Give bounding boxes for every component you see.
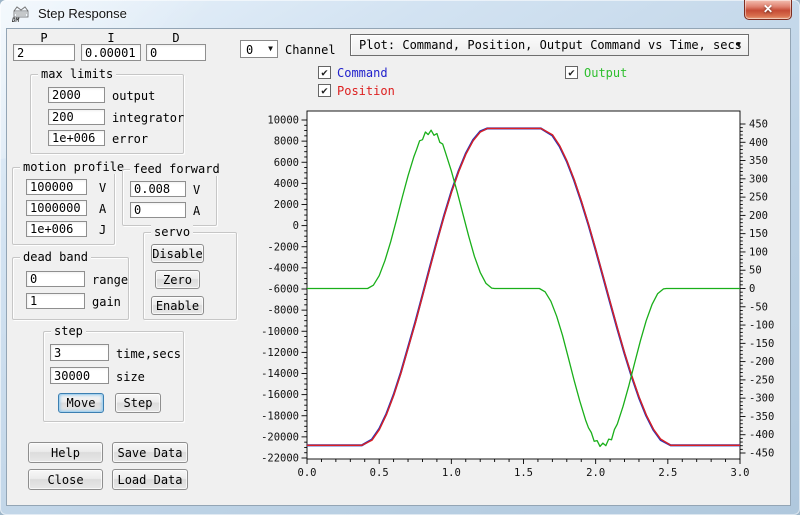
output-checkbox-label: Output [584,66,627,80]
output-checkbox[interactable]: ✔ [565,66,578,79]
acceleration-field[interactable] [26,200,87,216]
zero-button[interactable]: Zero [155,270,200,289]
step-button[interactable]: Step [115,393,161,413]
disable-button[interactable]: Disable [151,244,204,263]
group-motion-profile-title: motion profile [20,160,127,174]
error-limit-label: error [112,132,148,146]
save-data-button[interactable]: Save Data [112,442,188,463]
i-field[interactable] [81,44,141,61]
deadband-range-field[interactable] [26,271,85,287]
step-size-field[interactable] [50,367,109,384]
acceleration-label: A [99,202,106,216]
chevron-down-icon: ▼ [736,40,741,49]
output-limit-label: output [112,89,155,103]
jerk-field[interactable] [26,221,87,237]
error-limit-field[interactable] [48,130,105,146]
help-button[interactable]: Help [28,442,103,463]
step-time-label: time,secs [116,347,181,361]
position-checkbox[interactable]: ✔ [318,84,331,97]
close-icon: ✕ [763,2,773,16]
group-step-title: step [51,324,86,338]
p-field[interactable] [13,44,75,61]
move-button[interactable]: Move [58,393,104,413]
i-label: I [81,31,141,45]
command-checkbox[interactable]: ✔ [318,66,331,79]
deadband-gain-field[interactable] [26,293,85,309]
load-data-button[interactable]: Load Data [112,469,188,490]
channel-label: Channel [285,43,336,57]
close-window-button[interactable]: ✕ [744,0,792,20]
window: DM Step Response ✕ P I D 0 ▼ Channel Plo… [0,0,800,515]
window-title: Step Response [38,6,127,21]
ff-acceleration-field[interactable] [130,202,186,218]
plot-type-value: Plot: Command, Position, Output Command … [359,38,742,52]
integrator-limit-label: integrator [112,111,184,125]
channel-select[interactable]: 0 ▼ [240,40,278,58]
ff-velocity-label: V [193,183,200,197]
chevron-down-icon: ▼ [268,44,273,53]
position-checkbox-label: Position [337,84,395,98]
d-field[interactable] [146,44,206,61]
velocity-label: V [99,181,106,195]
jerk-label: J [99,223,106,237]
group-servo-title: servo [151,225,193,239]
channel-value: 0 [246,43,253,57]
title-bar[interactable]: DM Step Response ✕ [0,0,800,28]
ff-acceleration-label: A [193,204,200,218]
app-icon-text: DM [11,17,20,23]
group-feed-forward-title: feed forward [130,162,223,176]
group-dead-band-title: dead band [20,250,91,264]
ff-velocity-field[interactable] [130,181,186,197]
step-time-field[interactable] [50,344,109,361]
plot-type-select[interactable]: Plot: Command, Position, Output Command … [350,34,749,56]
deadband-gain-label: gain [92,295,121,309]
deadband-range-label: range [92,273,128,287]
d-label: D [146,31,206,45]
app-icon: DM [11,5,31,23]
command-checkbox-label: Command [337,66,388,80]
output-limit-field[interactable] [48,87,105,103]
p-label: P [13,31,75,45]
integrator-limit-field[interactable] [48,109,105,125]
close-button[interactable]: Close [28,469,103,490]
group-dead-band: dead band [12,257,129,320]
step-size-label: size [116,370,145,384]
group-max-limits-title: max limits [38,67,116,81]
enable-button[interactable]: Enable [151,296,204,315]
velocity-field[interactable] [26,179,87,195]
